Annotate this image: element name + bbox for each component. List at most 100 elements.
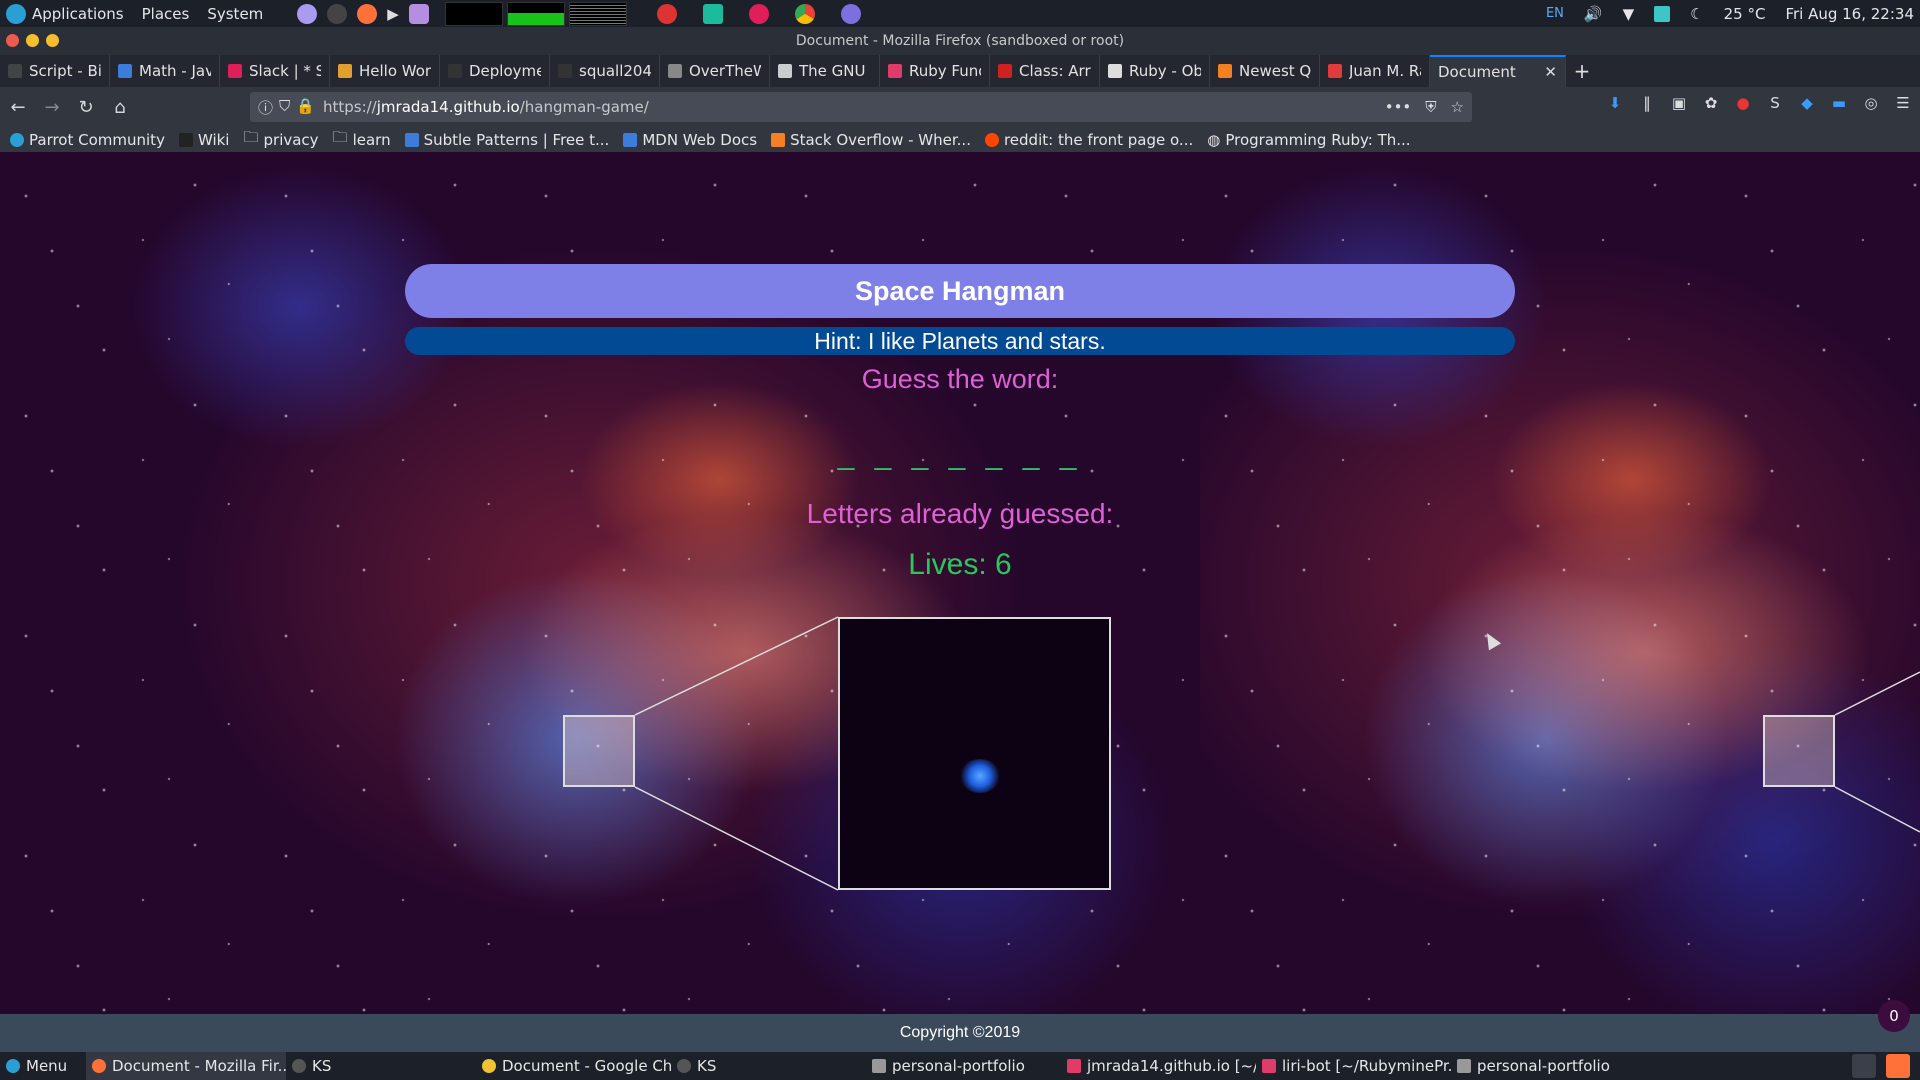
bookmark-item[interactable]: Wiki (178, 131, 229, 149)
extension-icon[interactable]: ▬ (1828, 92, 1850, 114)
applications-menu[interactable]: Applications (6, 3, 124, 24)
folder-icon (872, 1059, 886, 1073)
account-icon[interactable]: ◎ (1860, 92, 1882, 114)
system-top-panel: Applications Places System ▶ EN 🔊 ▼ ☾ 25… (0, 0, 1920, 27)
counter-badge[interactable]: 0 (1878, 1000, 1910, 1032)
downloads-icon[interactable]: ⬇ (1604, 92, 1626, 114)
lives-counter: Lives: 6 (908, 548, 1012, 581)
taskbar-item[interactable]: KS (671, 1052, 866, 1080)
bookmark-favicon-icon (404, 132, 419, 147)
new-tab-button[interactable]: + (1566, 55, 1598, 87)
guess-label: Guess the word: (861, 364, 1059, 394)
taskbar-item[interactable]: personal-portfolio (866, 1052, 1061, 1080)
browser-tab[interactable]: Hello World (330, 55, 440, 87)
back-button[interactable]: ← (2, 91, 34, 123)
home-button[interactable]: ⌂ (104, 91, 136, 123)
window-minimize-button[interactable] (26, 34, 39, 47)
reload-button[interactable]: ↻ (70, 91, 102, 123)
window-close-button[interactable] (6, 34, 19, 47)
app-icon[interactable] (840, 3, 861, 24)
bookmark-folder[interactable]: 🗀 learn (333, 127, 391, 152)
browser-tab-active[interactable]: Document ✕ (1430, 55, 1566, 87)
page-actions-icon[interactable]: ••• (1385, 98, 1412, 116)
zoom-inset (838, 617, 1111, 890)
places-menu[interactable]: Places (142, 5, 190, 23)
tray-firefox-icon[interactable] (1886, 1054, 1910, 1078)
keyboard-layout[interactable]: EN (1546, 6, 1564, 21)
bookmark-item[interactable]: MDN Web Docs (623, 131, 757, 149)
library-icon[interactable]: ‖ (1636, 92, 1658, 114)
zoom-highlight-box (1763, 715, 1835, 787)
browser-tab[interactable]: squall2046 (Is (550, 55, 660, 87)
game-title: Space Hangman (405, 264, 1515, 318)
editor-launcher-icon[interactable] (408, 3, 429, 24)
app-store-icon[interactable] (702, 3, 723, 24)
extension-icon[interactable]: ◆ (1796, 92, 1818, 114)
browser-tab[interactable]: Slack | * Sanje (220, 55, 330, 87)
bookmark-item[interactable]: ◍ Programming Ruby: Th... (1207, 131, 1410, 149)
taskbar-item[interactable]: Document - Google Ch... (476, 1052, 671, 1080)
taskbar-item[interactable]: personal-portfolio (1451, 1052, 1641, 1080)
extension-icon[interactable]: S (1764, 92, 1786, 114)
browser-tab[interactable]: Ruby - Object (1100, 55, 1210, 87)
pocket-icon[interactable]: ⛨ (1425, 98, 1436, 116)
hamburger-menu-icon[interactable]: ☰ (1892, 92, 1914, 114)
launcher-icon[interactable] (297, 3, 318, 24)
tab-favicon-icon (448, 64, 462, 78)
terminal-icon (677, 1059, 691, 1073)
bookmark-item[interactable]: Subtle Patterns | Free t... (404, 131, 609, 149)
battery-icon[interactable] (1654, 5, 1671, 22)
browser-tab[interactable]: Math - JavaSc (110, 55, 220, 87)
chrome-icon[interactable] (794, 3, 815, 24)
tab-bar: Script - Bitcoi Math - JavaSc Slack | * … (0, 55, 1920, 87)
tab-favicon-icon (668, 64, 682, 78)
system-menu[interactable]: System (207, 5, 263, 23)
start-menu-button[interactable]: Menu (0, 1052, 86, 1080)
window-maximize-button[interactable] (46, 34, 59, 47)
volume-icon[interactable]: 🔊 (1584, 5, 1603, 23)
memory-monitor (506, 1, 565, 26)
browser-tab[interactable]: Script - Bitcoi (0, 55, 110, 87)
terminal-launcher-icon[interactable] (327, 3, 348, 24)
bookmark-item[interactable]: reddit: the front page o... (984, 131, 1193, 149)
page-content: Space Hangman Hint: I like Planets and s… (0, 152, 1920, 1014)
wifi-icon[interactable]: ▼ (1623, 5, 1635, 23)
taskbar-item[interactable]: Document - Mozilla Fir... (86, 1052, 286, 1080)
info-icon[interactable]: ⓘ (258, 97, 273, 118)
browser-tab[interactable]: Newest Ques (1210, 55, 1320, 87)
sidebar-icon[interactable]: ▣ (1668, 92, 1690, 114)
browser-tab[interactable]: The GNU C Re (770, 55, 880, 87)
browser-tab[interactable]: OverTheWire (660, 55, 770, 87)
play-launcher-icon[interactable]: ▶ (387, 5, 399, 23)
taskbar-item[interactable]: KS (286, 1052, 476, 1080)
lock-icon: 🔒 (296, 96, 315, 115)
bookmark-favicon-icon (623, 132, 638, 147)
url-host: jmrada14.github.io (376, 98, 520, 116)
clock[interactable]: Fri Aug 16, 22:34 (1785, 5, 1914, 23)
chrome-icon (482, 1059, 496, 1073)
slack-icon[interactable] (748, 3, 769, 24)
forward-button[interactable]: → (36, 91, 68, 123)
browser-tab[interactable]: Ruby Fundam (880, 55, 990, 87)
app-terminal-icon[interactable] (656, 3, 677, 24)
bookmark-folder[interactable]: 🗀 privacy (243, 127, 318, 152)
window-title: Document - Mozilla Firefox (sandboxed or… (795, 33, 1125, 49)
weather-temp: 25 °C (1723, 4, 1766, 23)
taskbar-item[interactable]: jmrada14.github.io [~/... (1061, 1052, 1256, 1080)
close-tab-icon[interactable]: ✕ (1544, 63, 1557, 81)
browser-tab[interactable]: Deployments (440, 55, 550, 87)
workspace-switcher-icon[interactable] (1852, 1054, 1876, 1078)
extension-icon[interactable]: ● (1732, 92, 1754, 114)
bookmark-item[interactable]: Stack Overflow - Wher... (771, 131, 971, 149)
shield-icon[interactable]: ⛉ (279, 97, 290, 118)
url-bar[interactable]: ⓘ ⛉ 🔒 https://jmrada14.github.io/hangman… (250, 92, 1472, 122)
browser-tab[interactable]: Juan M. Rada (1320, 55, 1430, 87)
taskbar-item[interactable]: liri-bot [~/RubyminePr... (1256, 1052, 1451, 1080)
folder-icon: 🗀 (332, 128, 348, 146)
firefox-launcher-icon[interactable] (357, 3, 378, 24)
extension-icon[interactable]: ✿ (1700, 92, 1722, 114)
bookmark-star-icon[interactable]: ☆ (1451, 98, 1464, 116)
tab-favicon-icon (778, 64, 792, 78)
bookmark-item[interactable]: Parrot Community (10, 131, 165, 149)
browser-tab[interactable]: Class: Array (R (990, 55, 1100, 87)
